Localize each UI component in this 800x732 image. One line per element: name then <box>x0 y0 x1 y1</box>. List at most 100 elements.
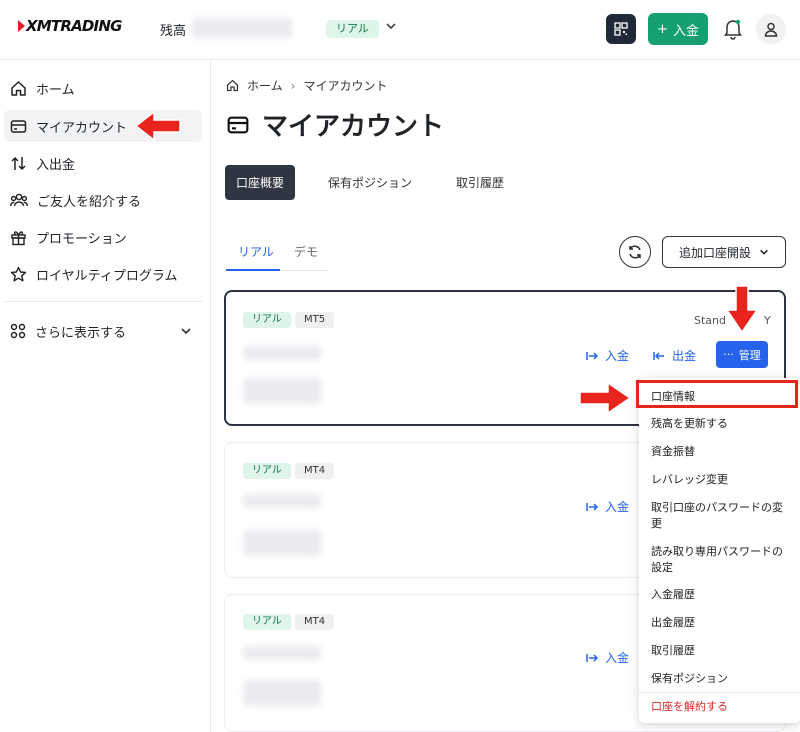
grid-icon <box>10 323 26 339</box>
breadcrumb: ホーム › マイアカウント <box>226 77 387 94</box>
sidebar-divider <box>4 301 202 302</box>
chevron-down-icon[interactable] <box>385 20 397 36</box>
wallet-icon <box>227 116 249 133</box>
manage-label: 管理 <box>738 348 761 362</box>
sidebar-item-label: ホーム <box>36 82 75 98</box>
more-dots-icon: ··· <box>723 348 734 361</box>
sidebar-item-label: プロモーション <box>36 231 127 247</box>
menu-item-trade-history[interactable]: 取引履歴 <box>651 643 793 659</box>
account-balance-blurred <box>243 530 321 556</box>
chevron-down-icon <box>760 249 768 255</box>
menu-item-change-leverage[interactable]: レバレッジ変更 <box>651 472 793 488</box>
chevron-right-icon: › <box>290 78 296 93</box>
qr-code-icon <box>614 22 628 36</box>
card-deposit-label: 入金 <box>605 500 630 514</box>
manage-button[interactable]: ··· 管理 <box>716 341 768 368</box>
menu-item-refresh-balance[interactable]: 残高を更新する <box>651 416 793 432</box>
card-deposit-link[interactable]: 入金 <box>586 649 629 666</box>
menu-item-readonly-password[interactable]: 読み取り専用パスワードの設定 <box>651 544 793 576</box>
card-deposit-label: 入金 <box>605 349 630 363</box>
plan-text-suffix: Y <box>764 314 771 327</box>
sidebar-item-loyalty[interactable]: ロイヤルティプログラム <box>4 258 202 290</box>
card-withdraw-link[interactable]: 出金 <box>653 347 696 364</box>
header-deposit-button[interactable]: + 入金 <box>648 13 708 45</box>
breadcrumb-current: マイアカウント <box>303 79 388 93</box>
annotation-arrow-down-icon <box>725 285 759 334</box>
user-icon <box>764 22 778 37</box>
platform-tag: MT4 <box>295 614 335 630</box>
manage-dropdown-menu: 口座情報 残高を更新する 資金振替 レバレッジ変更 取引口座のパスワードの変更 … <box>639 378 800 723</box>
sidebar-more-label: さらに表示する <box>35 325 127 341</box>
tab-trade-history[interactable]: 取引履歴 <box>440 165 520 200</box>
account-number-blurred <box>243 494 321 508</box>
chevron-down-icon[interactable] <box>180 325 192 340</box>
transfer-icon <box>11 156 26 170</box>
page-title: マイアカウント <box>226 106 444 143</box>
menu-item-close-account[interactable]: 口座を解約する <box>651 699 793 715</box>
breadcrumb-home[interactable]: ホーム <box>247 77 283 94</box>
gift-icon <box>11 230 26 245</box>
wallet-icon <box>10 119 27 133</box>
plan-text-start: Stand <box>694 314 726 327</box>
page-title-text: マイアカウント <box>262 112 445 142</box>
sidebar-item-label: ロイヤルティプログラム <box>36 268 178 284</box>
home-icon[interactable] <box>226 79 239 92</box>
deposit-arrow-icon <box>586 502 599 511</box>
menu-divider <box>639 692 800 693</box>
account-number-blurred <box>243 346 321 360</box>
refresh-icon <box>629 245 641 259</box>
platform-tag: MT5 <box>295 312 335 328</box>
xm-logo[interactable]: XMTRADING <box>18 17 122 35</box>
card-withdraw-label: 出金 <box>672 349 697 363</box>
annotation-arrow-left-icon <box>134 110 181 142</box>
account-number-blurred <box>243 646 321 660</box>
top-header: XMTRADING 残高 リアル + 入金 <box>0 0 800 60</box>
menu-item-open-positions[interactable]: 保有ポジション <box>651 671 793 687</box>
account-type-tag: リアル <box>243 312 291 328</box>
sidebar-item-label: マイアカウント <box>36 120 128 136</box>
account-balance-blurred <box>243 680 321 706</box>
sidebar-item-promotion[interactable]: プロモーション <box>4 221 202 253</box>
tab-account-overview[interactable]: 口座概要 <box>225 165 295 200</box>
sidebar-show-more[interactable]: さらに表示する <box>4 315 202 347</box>
open-additional-account-button[interactable]: 追加口座開設 <box>662 236 786 268</box>
user-avatar-button[interactable] <box>756 14 786 44</box>
sidebar-item-label: ご友人を紹介する <box>37 194 142 210</box>
users-icon <box>10 193 28 207</box>
account-type-badge: リアル <box>326 20 379 38</box>
card-deposit-link[interactable]: 入金 <box>586 347 629 364</box>
platform-tag: MT4 <box>295 463 335 479</box>
star-icon <box>10 266 27 281</box>
sidebar: ホーム マイアカウント 入出金 ご友人を紹介する プロモーション ロイヤルティプ… <box>0 61 211 732</box>
tab-open-positions[interactable]: 保有ポジション <box>320 165 420 200</box>
sidebar-item-home[interactable]: ホーム <box>4 72 202 104</box>
annotation-highlight-box <box>636 380 798 408</box>
sidebar-item-deposit-withdraw[interactable]: 入出金 <box>4 147 202 179</box>
refresh-button[interactable] <box>619 236 651 268</box>
card-deposit-label: 入金 <box>605 651 630 665</box>
annotation-arrow-right-icon <box>579 381 632 415</box>
menu-item-change-password[interactable]: 取引口座のパスワードの変更 <box>651 500 793 532</box>
qr-code-button[interactable] <box>606 14 636 44</box>
deposit-arrow-icon <box>586 653 599 662</box>
sidebar-item-label: 入出金 <box>36 157 76 173</box>
home-icon <box>11 80 26 96</box>
subtab-demo[interactable]: デモ <box>294 243 318 260</box>
sidebar-item-refer-friends[interactable]: ご友人を紹介する <box>4 184 202 216</box>
menu-item-deposit-history[interactable]: 入金履歴 <box>651 587 793 603</box>
subtab-active-indicator <box>226 269 280 271</box>
account-balance-blurred <box>243 378 321 404</box>
plus-icon: + <box>657 21 668 37</box>
withdraw-arrow-icon <box>653 351 664 360</box>
bell-icon[interactable] <box>723 18 743 40</box>
menu-item-withdraw-history[interactable]: 出金履歴 <box>651 615 793 631</box>
menu-item-fund-transfer[interactable]: 資金振替 <box>651 444 793 460</box>
balance-value-blurred <box>192 18 292 38</box>
subtab-real[interactable]: リアル <box>238 243 274 260</box>
account-type-tag: リアル <box>243 614 291 630</box>
header-deposit-label: 入金 <box>672 23 699 39</box>
card-deposit-link[interactable]: 入金 <box>586 498 629 515</box>
deposit-arrow-icon <box>586 351 599 360</box>
logo-mark-icon <box>18 20 25 32</box>
open-account-label: 追加口座開設 <box>678 245 751 260</box>
